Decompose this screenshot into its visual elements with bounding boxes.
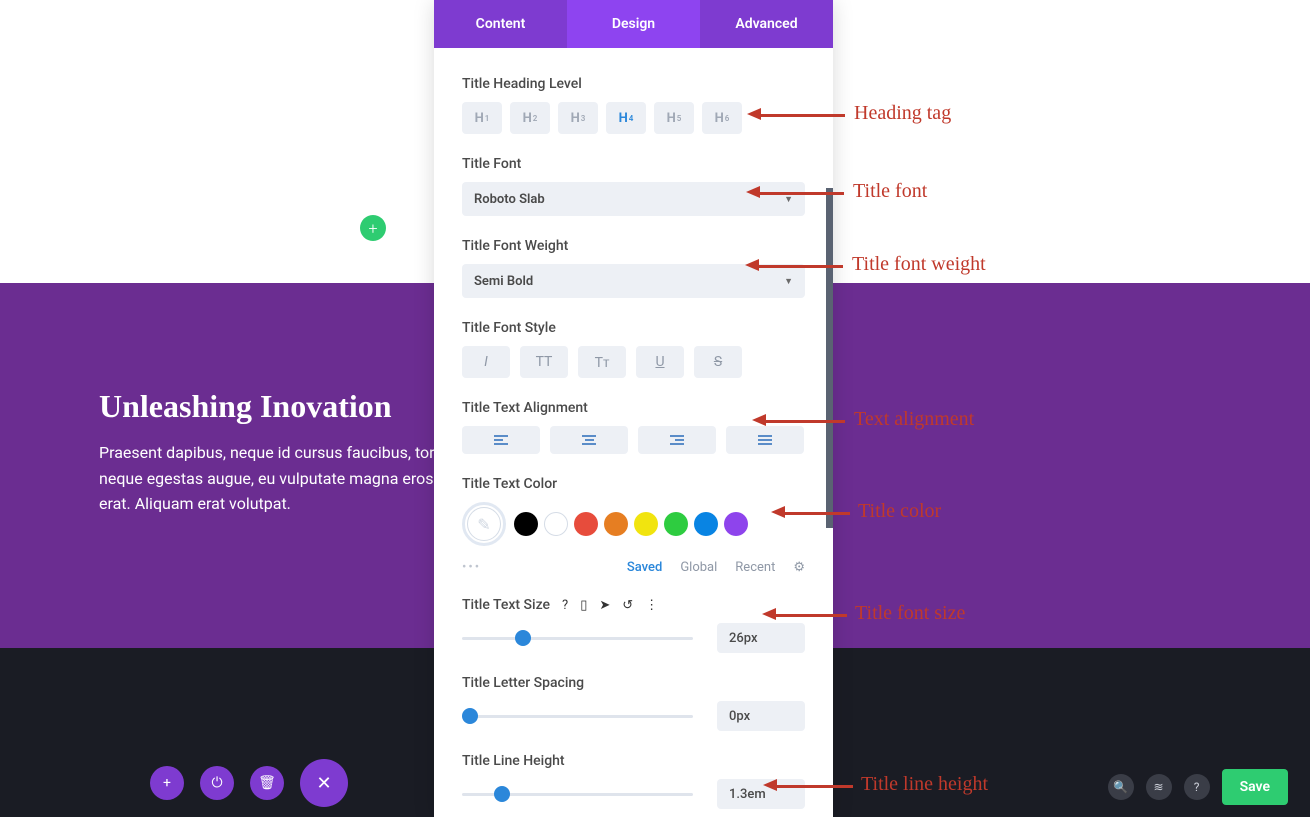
heading-h2[interactable]: H2 [510,102,550,134]
heading-h6[interactable]: H6 [702,102,742,134]
line-height-slider[interactable] [462,787,693,801]
search-icon[interactable]: 🔍 [1108,774,1134,800]
tab-advanced[interactable]: Advanced [700,0,833,48]
more-icon[interactable]: ••• [462,560,481,575]
align-right-button[interactable] [638,426,716,454]
letter-spacing-slider[interactable] [462,709,693,723]
tablet-icon[interactable]: ▯ [580,598,587,613]
annotation-heading-tag: Heading tag [854,102,951,125]
letter-spacing-value[interactable]: 0px [717,701,805,731]
palette-tabs: ••• Saved Global Recent ⚙ [462,560,805,575]
delete-button[interactable]: 🗑 [250,766,284,800]
layers-icon[interactable]: ≋ [1146,774,1172,800]
align-left-button[interactable] [462,426,540,454]
uppercase-button[interactable]: TT [520,346,568,378]
swatch-green[interactable] [664,512,688,536]
bottom-left-toolbar: + ⏻ 🗑 ✕ [150,759,348,807]
hero-body: Praesent dapibus, neque id cursus faucib… [99,440,459,517]
align-justify-button[interactable] [726,426,804,454]
label-letter-spacing: Title Letter Spacing [462,675,805,691]
italic-button[interactable]: I [462,346,510,378]
underline-button[interactable]: U [636,346,684,378]
tab-content[interactable]: Content [434,0,567,48]
more-icon[interactable]: ⋮ [645,598,658,613]
gear-icon[interactable]: ⚙ [793,560,805,575]
power-button[interactable]: ⏻ [200,766,234,800]
reset-icon[interactable]: ↺ [622,598,633,613]
color-picker-button[interactable]: ✎ [462,502,506,546]
annotation-color: Title color [858,500,941,523]
align-center-button[interactable] [550,426,628,454]
swatch-blue[interactable] [694,512,718,536]
color-row: ✎ [462,502,805,546]
help-icon[interactable]: ? [1184,774,1210,800]
close-button[interactable]: ✕ [300,759,348,807]
label-font: Title Font [462,156,805,172]
alignment-row [462,426,805,454]
annotation-font-weight: Title font weight [852,253,986,276]
save-button[interactable]: Save [1222,769,1288,805]
text-size-slider-row: 26px [462,623,805,653]
font-value: Roboto Slab [474,192,545,207]
label-line-height: Title Line Height [462,753,805,769]
text-size-slider[interactable] [462,631,693,645]
swatch-yellow[interactable] [634,512,658,536]
line-height-slider-row: 1.3em [462,779,805,809]
annotation-line-height: Title line height [861,773,988,796]
label-heading-level: Title Heading Level [462,76,805,92]
label-font-weight: Title Font Weight [462,238,805,254]
cursor-icon[interactable]: ➤ [599,598,610,613]
help-icon[interactable]: ? [562,598,568,613]
panel-tabs: Content Design Advanced [434,0,833,48]
text-size-value[interactable]: 26px [717,623,805,653]
annotation-alignment: Text alignment [854,408,974,431]
hero-title: Unleashing Inovation [99,388,392,425]
label-color: Title Text Color [462,476,805,492]
font-weight-value: Semi Bold [474,274,533,289]
settings-panel: Content Design Advanced Title Heading Le… [434,0,833,817]
annotation-title-font: Title font [853,180,927,203]
palette-global[interactable]: Global [680,560,717,575]
heading-h5[interactable]: H5 [654,102,694,134]
add-section-button[interactable]: + [360,215,386,241]
annotation-font-size: Title font size [855,602,965,625]
label-text-size: Title Text Size [462,597,550,613]
text-size-label-row: Title Text Size ? ▯ ➤ ↺ ⋮ [462,597,805,613]
scrollbar[interactable] [826,188,833,528]
chevron-down-icon: ▼ [784,194,793,205]
smallcaps-button[interactable]: Tᴛ [578,346,626,378]
swatch-purple[interactable] [724,512,748,536]
palette-saved[interactable]: Saved [627,560,662,575]
palette-recent[interactable]: Recent [735,560,775,575]
font-style-row: I TT Tᴛ U S [462,346,805,378]
chevron-down-icon: ▼ [784,276,793,287]
add-button[interactable]: + [150,766,184,800]
heading-h3[interactable]: H3 [558,102,598,134]
swatch-orange[interactable] [604,512,628,536]
heading-h1[interactable]: H1 [462,102,502,134]
swatch-red[interactable] [574,512,598,536]
heading-h4[interactable]: H4 [606,102,646,134]
label-font-style: Title Font Style [462,320,805,336]
line-height-value[interactable]: 1.3em [717,779,805,809]
swatch-white[interactable] [544,512,568,536]
tab-design[interactable]: Design [567,0,700,48]
swatch-black[interactable] [514,512,538,536]
bottom-right-toolbar: 🔍 ≋ ? Save [1108,769,1288,805]
strikethrough-button[interactable]: S [694,346,742,378]
letter-spacing-slider-row: 0px [462,701,805,731]
